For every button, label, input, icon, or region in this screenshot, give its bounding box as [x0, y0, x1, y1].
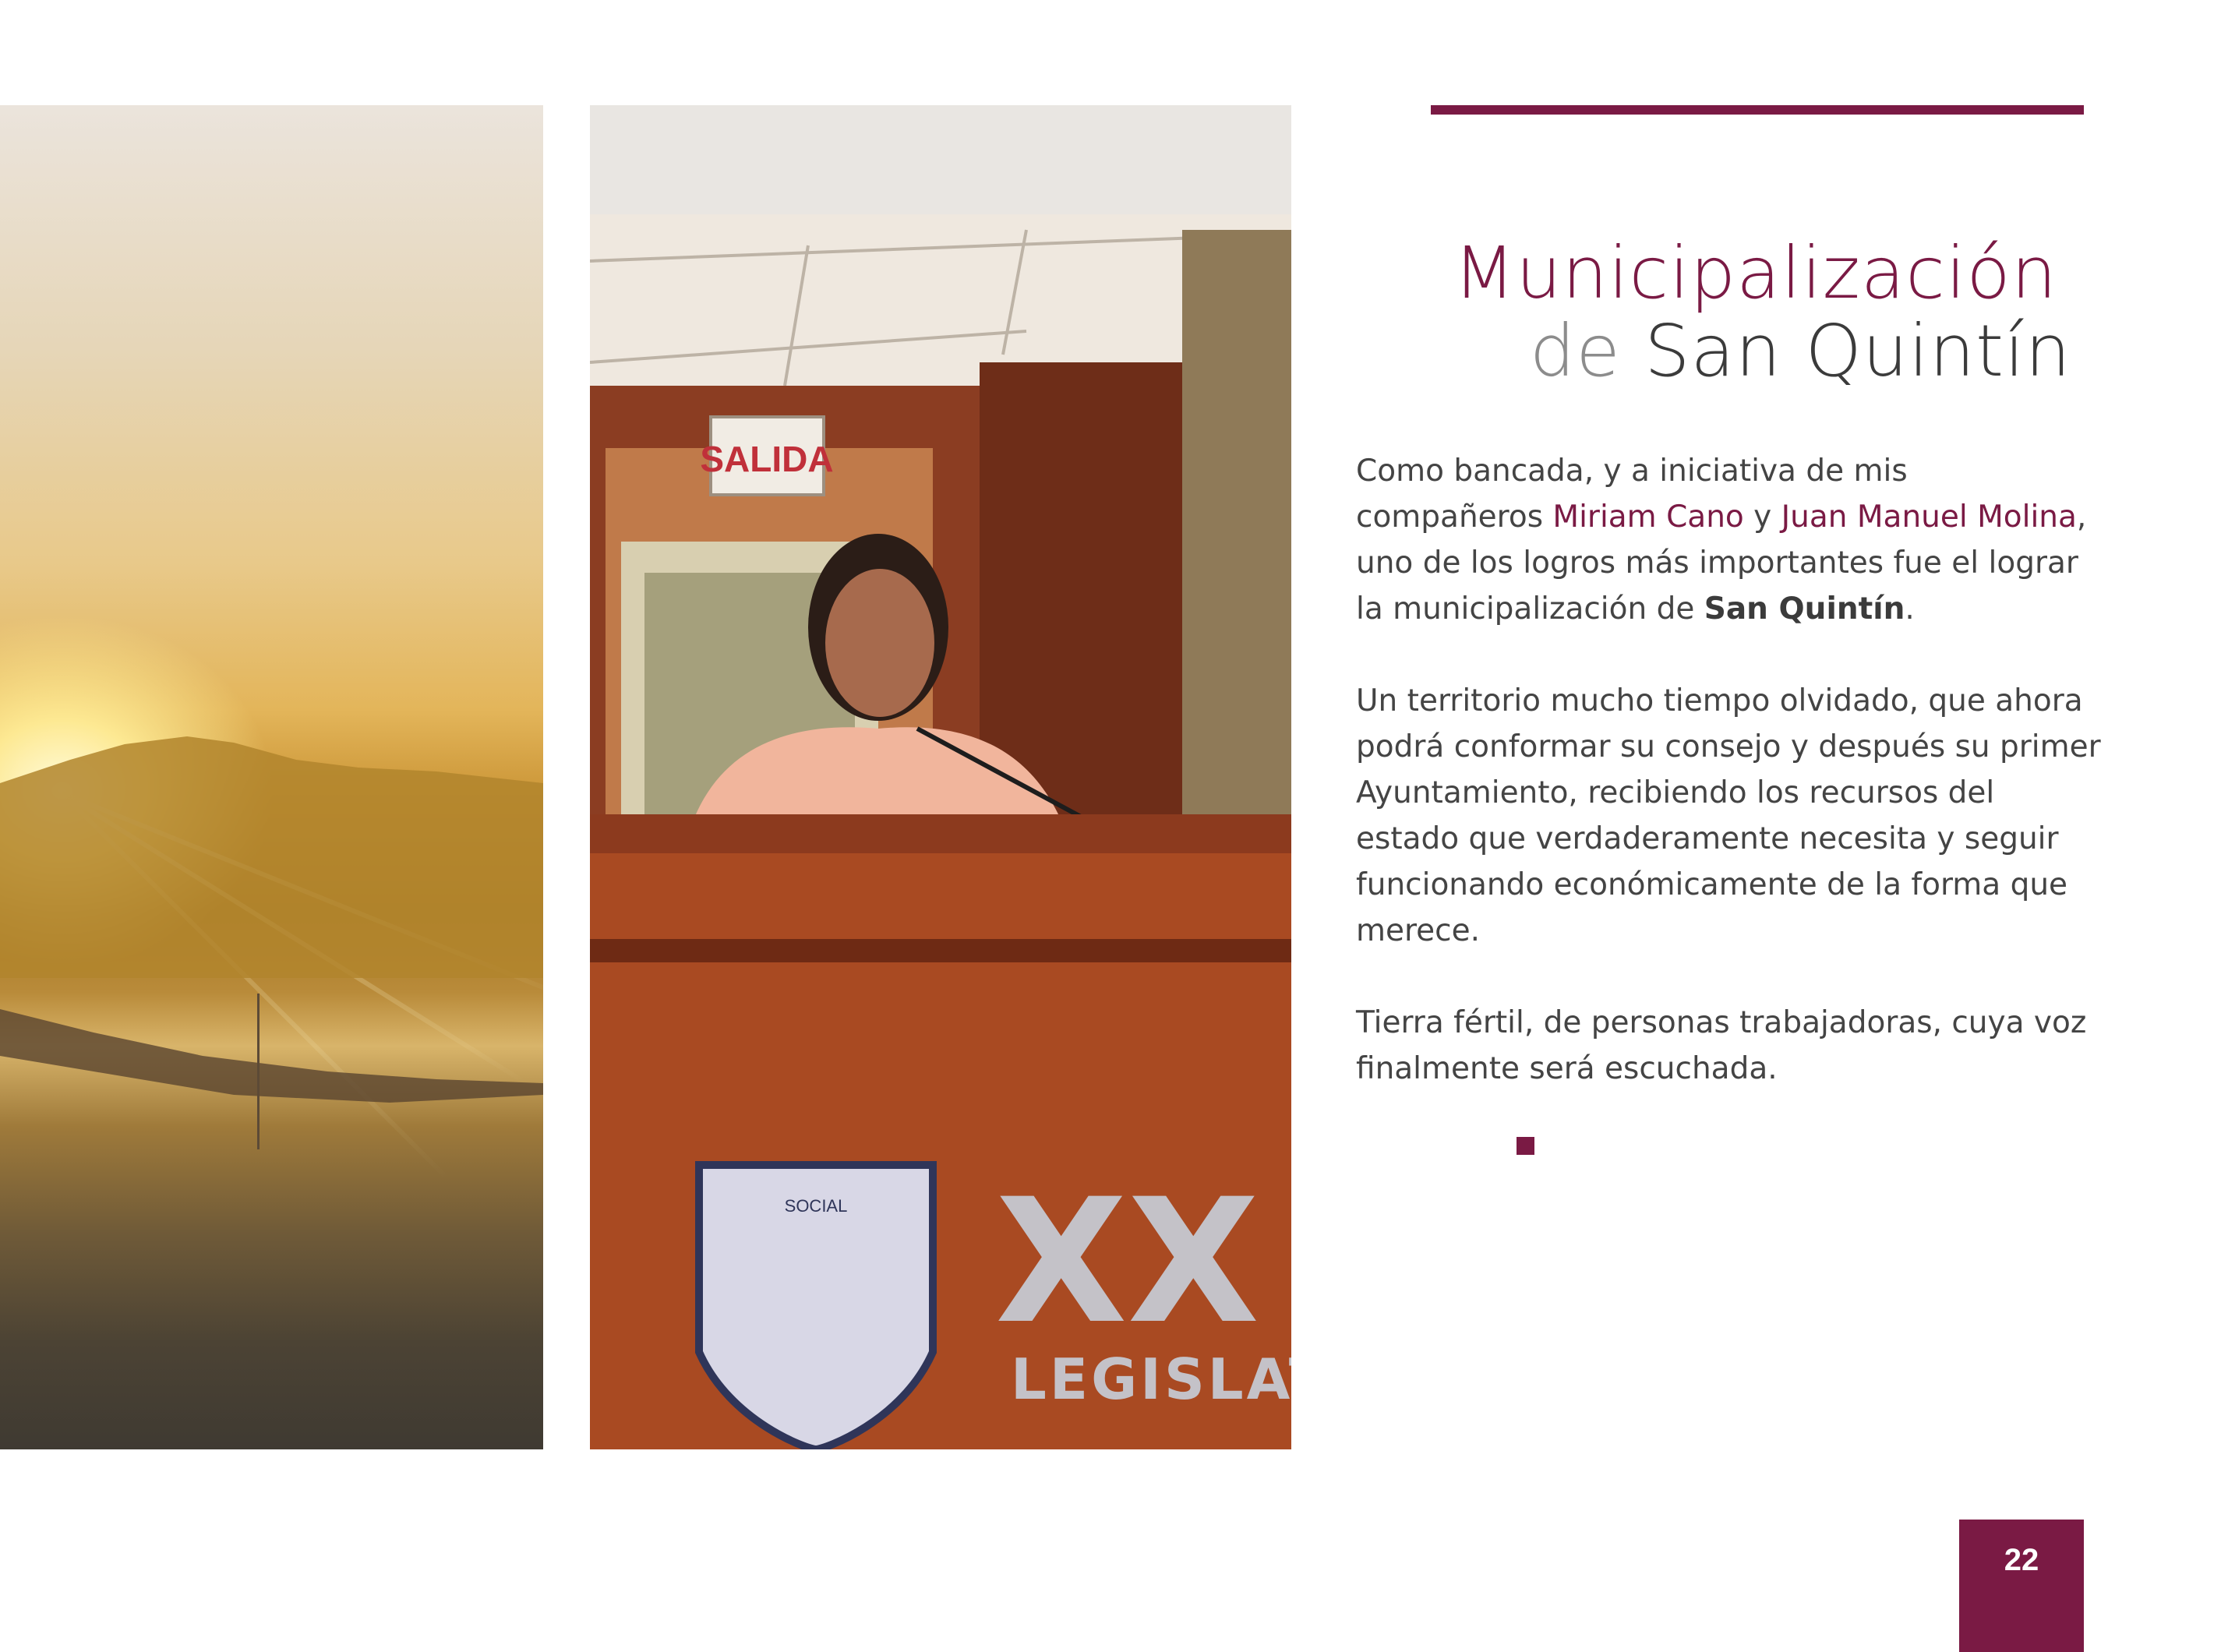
title-line-2: de San Quintín — [1453, 316, 2071, 387]
title-line-1: Municipalización — [1453, 231, 2057, 315]
roman-numeral: XX — [995, 1162, 1259, 1361]
seal-text: SOCIAL — [785, 1196, 848, 1216]
body-text: Como bancada, y a iniciativa de mis comp… — [1356, 448, 2104, 1138]
page-title: Municipalización de San Quintín — [1453, 238, 2071, 387]
title-place: San Quintín — [1644, 309, 2071, 393]
mountain-silhouette — [0, 736, 543, 1149]
title-prefix: de — [1529, 309, 1621, 393]
highlight-place: San Quintín — [1704, 591, 1905, 627]
top-accent-bar — [1431, 105, 2084, 115]
paragraph-3: Tierra fértil, de personas trabajadoras,… — [1356, 1005, 2087, 1086]
page-number: 22 — [2004, 1543, 2039, 1577]
podium-speaker-photo: SALIDA SOCIAL XX LEGISLAT — [590, 105, 1291, 1449]
paragraph-2: Un territorio mucho tiempo olvidado, que… — [1356, 683, 2101, 948]
sunset-landscape-photo — [0, 105, 543, 1449]
paragraph-1-end: . — [1905, 591, 1915, 627]
exit-sign-text: SALIDA — [700, 439, 833, 479]
page-number-box: 22 — [1959, 1520, 2084, 1652]
legislature-word: LEGISLAT — [1011, 1347, 1291, 1412]
podium-scene: SALIDA SOCIAL XX LEGISLAT — [590, 105, 1291, 1449]
highlight-name-1: Miriam Cano — [1552, 499, 1744, 535]
paragraph-1: Como bancada, y a iniciativa de mis comp… — [1356, 448, 2104, 632]
highlight-name-2: Juan Manuel Molina — [1781, 499, 2077, 535]
decorative-square — [1517, 1137, 1534, 1155]
paragraph-1-connector: y — [1743, 499, 1781, 535]
